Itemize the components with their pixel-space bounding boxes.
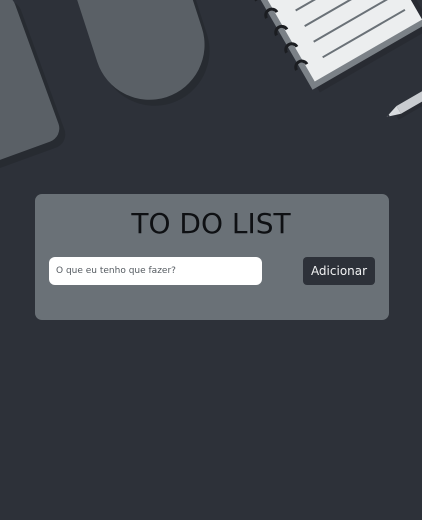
add-task-button[interactable]: Adicionar xyxy=(303,257,375,285)
phone-icon xyxy=(0,0,66,174)
pen-icon xyxy=(386,75,422,120)
page-title: TO DO LIST xyxy=(131,207,291,240)
background-illustration xyxy=(0,0,422,174)
pill-shape-icon xyxy=(69,0,210,106)
notebook-icon xyxy=(251,0,422,93)
task-input[interactable] xyxy=(49,257,262,285)
